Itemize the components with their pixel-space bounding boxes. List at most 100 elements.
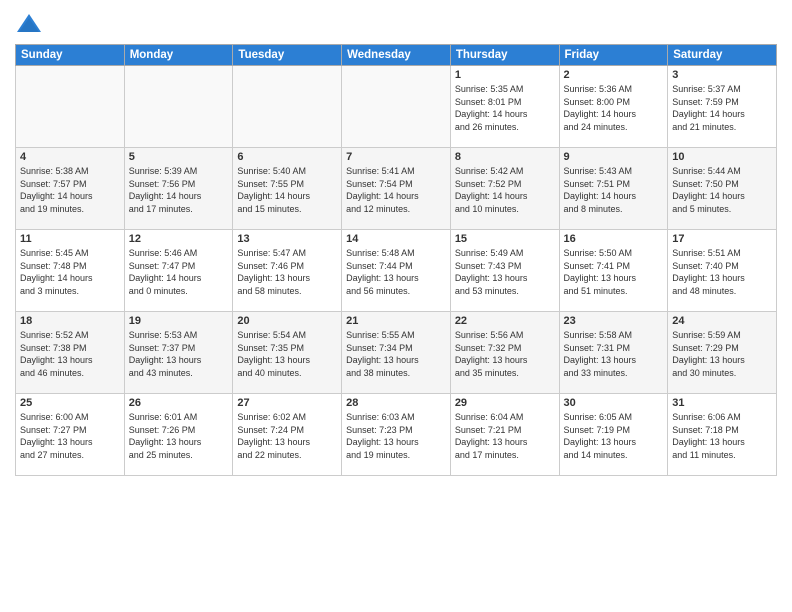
day-info: Sunrise: 5:37 AM Sunset: 7:59 PM Dayligh…: [672, 83, 772, 133]
weekday-monday: Monday: [124, 45, 233, 66]
day-info: Sunrise: 5:59 AM Sunset: 7:29 PM Dayligh…: [672, 329, 772, 379]
weekday-friday: Friday: [559, 45, 668, 66]
calendar-cell: 30 Sunrise: 6:05 AM Sunset: 7:19 PM Dayli…: [559, 394, 668, 476]
week-row-3: 18 Sunrise: 5:52 AM Sunset: 7:38 PM Dayli…: [16, 312, 777, 394]
weekday-saturday: Saturday: [668, 45, 777, 66]
day-info: Sunrise: 5:55 AM Sunset: 7:34 PM Dayligh…: [346, 329, 446, 379]
page: SundayMondayTuesdayWednesdayThursdayFrid…: [0, 0, 792, 612]
day-number: 17: [672, 233, 772, 245]
calendar-cell: 8 Sunrise: 5:42 AM Sunset: 7:52 PM Daylig…: [450, 148, 559, 230]
day-number: 30: [564, 397, 664, 409]
day-number: 10: [672, 151, 772, 163]
calendar-cell: 1Sunrise: 5:35 AM Sunset: 8:01 PM Daylig…: [450, 66, 559, 148]
calendar-cell: 26Sunrise: 6:01 AM Sunset: 7:26 PM Dayli…: [124, 394, 233, 476]
calendar-cell: [342, 66, 451, 148]
day-info: Sunrise: 6:06 AM Sunset: 7:18 PM Dayligh…: [672, 411, 772, 461]
calendar-cell: 5 Sunrise: 5:39 AM Sunset: 7:56 PM Daylig…: [124, 148, 233, 230]
calendar-cell: 27Sunrise: 6:02 AM Sunset: 7:24 PM Dayli…: [233, 394, 342, 476]
day-info: Sunrise: 5:40 AM Sunset: 7:55 PM Dayligh…: [237, 165, 337, 215]
day-number: 9: [564, 151, 664, 163]
day-info: Sunrise: 5:52 AM Sunset: 7:38 PM Dayligh…: [20, 329, 120, 379]
day-info: Sunrise: 5:58 AM Sunset: 7:31 PM Dayligh…: [564, 329, 664, 379]
day-number: 16: [564, 233, 664, 245]
day-number: 18: [20, 315, 120, 327]
day-info: Sunrise: 6:05 AM Sunset: 7:19 PM Dayligh…: [564, 411, 664, 461]
calendar-cell: 2 Sunrise: 5:36 AM Sunset: 8:00 PM Daylig…: [559, 66, 668, 148]
day-info: Sunrise: 5:36 AM Sunset: 8:00 PM Dayligh…: [564, 83, 664, 133]
day-number: 1: [455, 69, 555, 81]
calendar-cell: 22 Sunrise: 5:56 AM Sunset: 7:32 PM Dayli…: [450, 312, 559, 394]
weekday-sunday: Sunday: [16, 45, 125, 66]
calendar-cell: 23 Sunrise: 5:58 AM Sunset: 7:31 PM Dayli…: [559, 312, 668, 394]
day-number: 19: [129, 315, 229, 327]
day-number: 2: [564, 69, 664, 81]
day-info: Sunrise: 5:45 AM Sunset: 7:48 PM Dayligh…: [20, 247, 120, 297]
calendar-cell: 20 Sunrise: 5:54 AM Sunset: 7:35 PM Dayli…: [233, 312, 342, 394]
day-number: 15: [455, 233, 555, 245]
calendar-cell: 17 Sunrise: 5:51 AM Sunset: 7:40 PM Dayli…: [668, 230, 777, 312]
week-row-1: 4 Sunrise: 5:38 AM Sunset: 7:57 PM Daylig…: [16, 148, 777, 230]
day-info: Sunrise: 5:54 AM Sunset: 7:35 PM Dayligh…: [237, 329, 337, 379]
calendar-cell: 21 Sunrise: 5:55 AM Sunset: 7:34 PM Dayli…: [342, 312, 451, 394]
day-number: 3: [672, 69, 772, 81]
calendar-cell: 14 Sunrise: 5:48 AM Sunset: 7:44 PM Dayli…: [342, 230, 451, 312]
calendar-cell: 25 Sunrise: 6:00 AM Sunset: 7:27 PM Dayli…: [16, 394, 125, 476]
day-info: Sunrise: 5:46 AM Sunset: 7:47 PM Dayligh…: [129, 247, 229, 297]
calendar-cell: 4 Sunrise: 5:38 AM Sunset: 7:57 PM Daylig…: [16, 148, 125, 230]
weekday-tuesday: Tuesday: [233, 45, 342, 66]
day-number: 6: [237, 151, 337, 163]
day-info: Sunrise: 5:44 AM Sunset: 7:50 PM Dayligh…: [672, 165, 772, 215]
week-row-0: 1Sunrise: 5:35 AM Sunset: 8:01 PM Daylig…: [16, 66, 777, 148]
calendar-cell: 29 Sunrise: 6:04 AM Sunset: 7:21 PM Dayli…: [450, 394, 559, 476]
weekday-header-row: SundayMondayTuesdayWednesdayThursdayFrid…: [16, 45, 777, 66]
day-number: 12: [129, 233, 229, 245]
week-row-2: 11 Sunrise: 5:45 AM Sunset: 7:48 PM Dayli…: [16, 230, 777, 312]
day-number: 28: [346, 397, 446, 409]
day-number: 22: [455, 315, 555, 327]
day-info: Sunrise: 5:48 AM Sunset: 7:44 PM Dayligh…: [346, 247, 446, 297]
calendar-cell: 3 Sunrise: 5:37 AM Sunset: 7:59 PM Daylig…: [668, 66, 777, 148]
weekday-thursday: Thursday: [450, 45, 559, 66]
calendar-cell: 31Sunrise: 6:06 AM Sunset: 7:18 PM Dayli…: [668, 394, 777, 476]
day-info: Sunrise: 5:50 AM Sunset: 7:41 PM Dayligh…: [564, 247, 664, 297]
day-info: Sunrise: 6:03 AM Sunset: 7:23 PM Dayligh…: [346, 411, 446, 461]
day-info: Sunrise: 5:56 AM Sunset: 7:32 PM Dayligh…: [455, 329, 555, 379]
calendar-cell: 6 Sunrise: 5:40 AM Sunset: 7:55 PM Daylig…: [233, 148, 342, 230]
calendar-cell: 24 Sunrise: 5:59 AM Sunset: 7:29 PM Dayli…: [668, 312, 777, 394]
day-number: 4: [20, 151, 120, 163]
day-number: 8: [455, 151, 555, 163]
day-info: Sunrise: 5:49 AM Sunset: 7:43 PM Dayligh…: [455, 247, 555, 297]
day-number: 27: [237, 397, 337, 409]
day-info: Sunrise: 6:00 AM Sunset: 7:27 PM Dayligh…: [20, 411, 120, 461]
calendar-cell: [124, 66, 233, 148]
day-number: 23: [564, 315, 664, 327]
day-number: 20: [237, 315, 337, 327]
calendar-cell: 16 Sunrise: 5:50 AM Sunset: 7:41 PM Dayli…: [559, 230, 668, 312]
day-number: 7: [346, 151, 446, 163]
calendar: SundayMondayTuesdayWednesdayThursdayFrid…: [15, 44, 777, 476]
calendar-cell: 9Sunrise: 5:43 AM Sunset: 7:51 PM Daylig…: [559, 148, 668, 230]
calendar-cell: 13Sunrise: 5:47 AM Sunset: 7:46 PM Dayli…: [233, 230, 342, 312]
day-number: 11: [20, 233, 120, 245]
calendar-cell: 12 Sunrise: 5:46 AM Sunset: 7:47 PM Dayli…: [124, 230, 233, 312]
day-info: Sunrise: 5:51 AM Sunset: 7:40 PM Dayligh…: [672, 247, 772, 297]
day-info: Sunrise: 5:38 AM Sunset: 7:57 PM Dayligh…: [20, 165, 120, 215]
day-info: Sunrise: 5:39 AM Sunset: 7:56 PM Dayligh…: [129, 165, 229, 215]
day-number: 21: [346, 315, 446, 327]
calendar-cell: 7Sunrise: 5:41 AM Sunset: 7:54 PM Daylig…: [342, 148, 451, 230]
day-number: 5: [129, 151, 229, 163]
day-number: 24: [672, 315, 772, 327]
day-info: Sunrise: 5:42 AM Sunset: 7:52 PM Dayligh…: [455, 165, 555, 215]
day-number: 25: [20, 397, 120, 409]
calendar-cell: 15 Sunrise: 5:49 AM Sunset: 7:43 PM Dayli…: [450, 230, 559, 312]
day-number: 13: [237, 233, 337, 245]
day-info: Sunrise: 6:04 AM Sunset: 7:21 PM Dayligh…: [455, 411, 555, 461]
week-row-4: 25 Sunrise: 6:00 AM Sunset: 7:27 PM Dayli…: [16, 394, 777, 476]
day-info: Sunrise: 6:01 AM Sunset: 7:26 PM Dayligh…: [129, 411, 229, 461]
day-info: Sunrise: 5:53 AM Sunset: 7:37 PM Dayligh…: [129, 329, 229, 379]
day-number: 29: [455, 397, 555, 409]
header: [15, 10, 777, 38]
day-number: 14: [346, 233, 446, 245]
calendar-cell: [233, 66, 342, 148]
calendar-cell: 18 Sunrise: 5:52 AM Sunset: 7:38 PM Dayli…: [16, 312, 125, 394]
